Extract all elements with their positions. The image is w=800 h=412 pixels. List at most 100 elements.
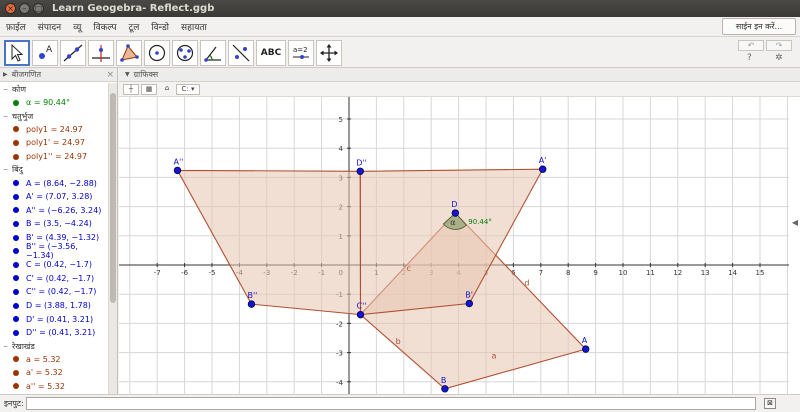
algebra-item[interactable]: poly1 = 24.97 <box>0 123 108 137</box>
reflect-tool-button[interactable] <box>228 40 254 66</box>
visibility-toggle-icon[interactable] <box>13 126 19 133</box>
visibility-toggle-icon[interactable] <box>13 302 19 309</box>
algebra-item[interactable]: poly1' = 24.97 <box>0 136 108 150</box>
visibility-toggle-icon[interactable] <box>13 275 19 282</box>
close-view-icon[interactable]: × <box>106 70 114 80</box>
move-graphics-tool-button[interactable] <box>316 40 342 66</box>
point-marker <box>173 166 182 175</box>
window-titlebar: × – □ Learn Geogebra- Reflect.ggb <box>0 0 800 17</box>
perpendicular-tool-button[interactable] <box>88 40 114 66</box>
algebra-item[interactable]: D' = (0.41, 3.21) <box>0 312 108 326</box>
circle-tool-button[interactable] <box>144 40 170 66</box>
algebra-category[interactable]: − कोण <box>0 83 108 96</box>
scrollbar-thumb[interactable] <box>110 93 116 303</box>
algebra-scrollbar[interactable] <box>108 83 117 394</box>
collapse-toggle-icon[interactable]: − <box>3 113 8 120</box>
algebra-category-label: कोण <box>12 85 27 94</box>
maximize-window-icon[interactable]: □ <box>33 3 44 14</box>
redo-icon: ↷ <box>775 41 783 50</box>
algebra-item[interactable]: B'' = (−3.56, −1.34) <box>0 242 108 260</box>
visibility-toggle-icon[interactable] <box>13 139 19 146</box>
close-window-icon[interactable]: × <box>5 3 16 14</box>
gear-icon[interactable]: ✲ <box>775 53 783 63</box>
visibility-toggle-icon[interactable] <box>13 316 19 323</box>
perpendicular-line-icon <box>92 45 110 62</box>
visibility-toggle-icon[interactable] <box>13 220 19 227</box>
point-capture-dropdown[interactable]: C: ▾ <box>176 84 200 95</box>
algebra-item[interactable]: B = (3.5, −4.24) <box>0 217 108 231</box>
algebra-item[interactable]: a = 5.32 <box>0 353 108 367</box>
algebra-item-value: a = 5.32 <box>26 354 61 364</box>
algebra-item[interactable]: C' = (0.42, −1.7) <box>0 272 108 286</box>
command-input[interactable] <box>26 397 756 410</box>
point-tool-button[interactable]: A <box>32 40 58 66</box>
toggle-axes-button[interactable]: ┼ <box>123 84 139 95</box>
menu-file[interactable]: फ़ाईल <box>0 20 32 33</box>
minimize-window-icon[interactable]: – <box>19 3 30 14</box>
algebra-item[interactable]: a'' = 5.32 <box>0 380 108 394</box>
input-help-button[interactable]: ⊠ <box>764 398 776 409</box>
reflect-about-line-icon <box>232 44 250 62</box>
text-tool-button[interactable]: ABC <box>256 40 286 66</box>
geometry-plot[interactable]: -7-6-5-4-3-2-1123456789101112131415-4-3-… <box>101 89 789 412</box>
visibility-toggle-icon[interactable] <box>13 288 19 295</box>
menu-options[interactable]: विकल्प <box>87 20 122 33</box>
algebra-category[interactable]: − रेखाखंड <box>0 340 108 353</box>
algebra-category[interactable]: − चतुर्भुज <box>0 110 108 123</box>
menu-edit[interactable]: संपादन <box>32 20 67 33</box>
visibility-toggle-icon[interactable] <box>13 153 19 160</box>
home-button[interactable]: ⌂ <box>161 84 173 95</box>
algebra-item[interactable]: α = 90.44° <box>0 96 108 110</box>
menu-window[interactable]: विन्डो <box>145 20 175 33</box>
x-tick-label: -7 <box>154 269 161 277</box>
algebra-item[interactable]: poly1'' = 24.97 <box>0 150 108 164</box>
line-tool-button[interactable] <box>60 40 86 66</box>
algebra-item[interactable]: A' = (7.07, 3.28) <box>0 190 108 204</box>
point-marker <box>451 209 460 217</box>
algebra-item[interactable]: C = (0.42, −1.7) <box>0 258 108 272</box>
ellipse-tool-button[interactable] <box>172 40 198 66</box>
collapse-toggle-icon[interactable]: − <box>3 343 8 350</box>
toggle-grid-button[interactable]: ▦ <box>141 84 157 95</box>
algebra-item[interactable]: a' = 5.32 <box>0 366 108 380</box>
visibility-toggle-icon[interactable] <box>13 234 19 241</box>
menu-tools[interactable]: टूल <box>123 20 146 33</box>
collapse-toggle-icon[interactable]: − <box>3 166 8 173</box>
visibility-toggle-icon[interactable] <box>13 193 19 200</box>
cursor-arrow-icon <box>11 43 24 62</box>
visibility-toggle-icon[interactable] <box>13 356 19 363</box>
slider-tool-button[interactable]: a=2 <box>288 40 314 66</box>
angle-tool-button[interactable] <box>200 40 226 66</box>
algebra-item[interactable]: A'' = (−6.26, 3.24) <box>0 204 108 218</box>
signin-button[interactable]: साईन इन करें... <box>722 18 796 35</box>
redo-button[interactable]: ↷ <box>766 40 792 51</box>
chevron-down-icon: ▾ <box>188 85 195 93</box>
visibility-toggle-icon[interactable] <box>13 99 19 106</box>
algebra-item[interactable]: D'' = (0.41, 3.21) <box>0 326 108 340</box>
algebra-item[interactable]: A = (8.64, −2.88) <box>0 176 108 190</box>
polygon-tool-button[interactable] <box>116 40 142 66</box>
collapse-toggle-icon[interactable]: − <box>3 86 8 93</box>
algebra-category[interactable]: − बिंदु <box>0 163 108 176</box>
visibility-toggle-icon[interactable] <box>13 383 19 390</box>
help-button[interactable]: ? <box>747 53 752 63</box>
visibility-toggle-icon[interactable] <box>13 369 19 376</box>
algebra-item[interactable]: C'' = (0.42, −1.7) <box>0 285 108 299</box>
undo-icon: ↶ <box>747 41 755 50</box>
visibility-toggle-icon[interactable] <box>13 329 19 336</box>
graphics-canvas[interactable]: -7-6-5-4-3-2-1123456789101112131415-4-3-… <box>101 89 789 412</box>
y-tick-label: -4 <box>336 379 344 387</box>
collapse-triangle-icon[interactable]: ▼ <box>125 71 130 78</box>
side-panel-handle-icon[interactable]: ◀ <box>792 218 798 227</box>
collapse-triangle-icon[interactable]: ▶ <box>3 71 8 78</box>
move-tool-button[interactable] <box>4 40 30 66</box>
segment-label: d <box>524 278 529 287</box>
visibility-toggle-icon[interactable] <box>13 261 19 268</box>
undo-button[interactable]: ↶ <box>738 40 764 51</box>
visibility-toggle-icon[interactable] <box>13 180 19 187</box>
menu-help[interactable]: सहायता <box>175 20 213 33</box>
algebra-item[interactable]: D = (3.88, 1.78) <box>0 299 108 313</box>
visibility-toggle-icon[interactable] <box>13 207 19 214</box>
visibility-toggle-icon[interactable] <box>13 248 19 255</box>
menu-view[interactable]: व्यू <box>67 20 87 33</box>
